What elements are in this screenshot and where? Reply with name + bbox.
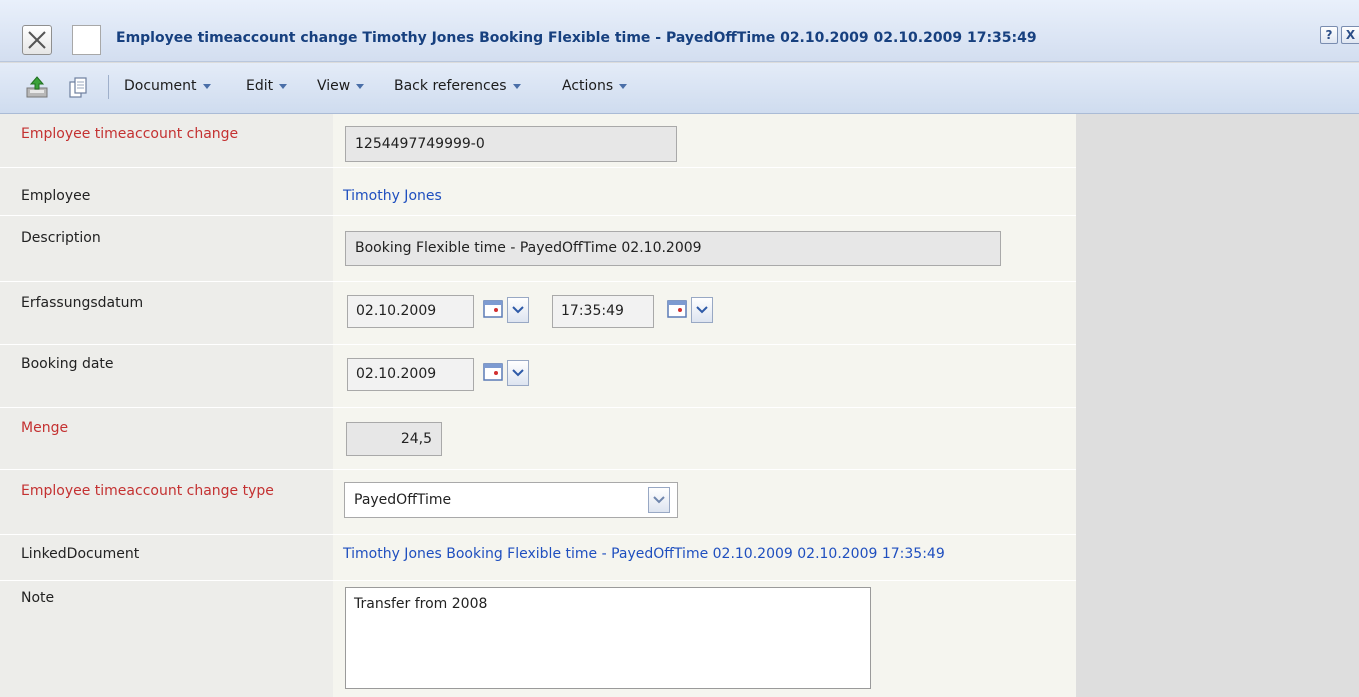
row-divider [0, 580, 1076, 581]
menu-view-label: View [317, 78, 351, 94]
chevron-down-icon [356, 83, 365, 89]
menu-edit-label: Edit [246, 78, 274, 94]
menu-edit[interactable]: Edit [246, 78, 288, 94]
change-type-select[interactable]: PayedOffTime [344, 482, 678, 518]
chevron-down-icon [696, 306, 708, 314]
help-button[interactable]: ? [1320, 26, 1338, 44]
calendar-icon[interactable] [667, 299, 687, 319]
row-divider [0, 534, 1076, 535]
menu-actions-label: Actions [562, 78, 614, 94]
erfassungsdatum-date-input[interactable]: 02.10.2009 [347, 295, 474, 328]
chevron-down-icon [512, 83, 521, 89]
row-divider [0, 281, 1076, 282]
toolbar-separator [108, 75, 109, 99]
note-textarea[interactable]: Transfer from 2008 [345, 587, 871, 689]
erfassungsdatum-time-input[interactable]: 17:35:49 [552, 295, 654, 328]
close-button[interactable]: X [1341, 26, 1359, 44]
chevron-down-icon [619, 83, 628, 89]
row-divider [0, 215, 1076, 216]
row-divider [0, 407, 1076, 408]
menu-back-references-label: Back references [394, 78, 507, 94]
window-title: Employee timeaccount change Timothy Jone… [116, 30, 1037, 46]
menge-label: Menge [21, 420, 69, 436]
copy-icon[interactable] [66, 76, 92, 100]
chevron-down-icon [512, 306, 524, 314]
booking-date-input[interactable]: 02.10.2009 [347, 358, 474, 391]
id-label: Employee timeaccount change [21, 126, 239, 142]
chevron-down-icon [279, 83, 288, 89]
menu-view[interactable]: View [317, 78, 365, 94]
menu-actions[interactable]: Actions [562, 78, 628, 94]
linked-document-label: LinkedDocument [21, 546, 140, 562]
description-field: Booking Flexible time - PayedOffTime 02.… [345, 231, 1001, 266]
close-window-button[interactable] [22, 25, 52, 55]
row-divider [0, 469, 1076, 470]
menge-field: 24,5 [346, 422, 442, 456]
change-type-value: PayedOffTime [354, 492, 452, 508]
erfassungsdatum-label: Erfassungsdatum [21, 295, 144, 311]
employee-label: Employee [21, 188, 91, 204]
menu-document[interactable]: Document [124, 78, 211, 94]
calendar-icon[interactable] [483, 362, 503, 382]
change-type-label: Employee timeaccount change type [21, 483, 274, 499]
chevron-down-icon [512, 369, 524, 377]
menu-back-references[interactable]: Back references [394, 78, 521, 94]
save-icon[interactable] [24, 76, 50, 100]
app-window: Employee timeaccount change Timothy Jone… [0, 0, 1359, 697]
date-dropdown-button[interactable] [507, 297, 529, 323]
chevron-down-icon [653, 496, 665, 504]
menu-document-label: Document [124, 78, 197, 94]
change-type-dropdown-button[interactable] [648, 487, 670, 513]
note-label: Note [21, 590, 55, 606]
id-field: 1254497749999-0 [345, 126, 677, 162]
employee-link[interactable]: Timothy Jones [343, 188, 442, 204]
booking-date-label: Booking date [21, 356, 114, 372]
close-icon [28, 31, 46, 49]
row-divider [0, 167, 1076, 168]
checkbox[interactable] [72, 25, 101, 55]
booking-date-dropdown-button[interactable] [507, 360, 529, 386]
empty-area [1076, 114, 1359, 697]
time-dropdown-button[interactable] [691, 297, 713, 323]
linked-document-link[interactable]: Timothy Jones Booking Flexible time - Pa… [343, 546, 945, 562]
row-divider [0, 344, 1076, 345]
calendar-icon[interactable] [483, 299, 503, 319]
description-label: Description [21, 230, 101, 246]
chevron-down-icon [202, 83, 211, 89]
